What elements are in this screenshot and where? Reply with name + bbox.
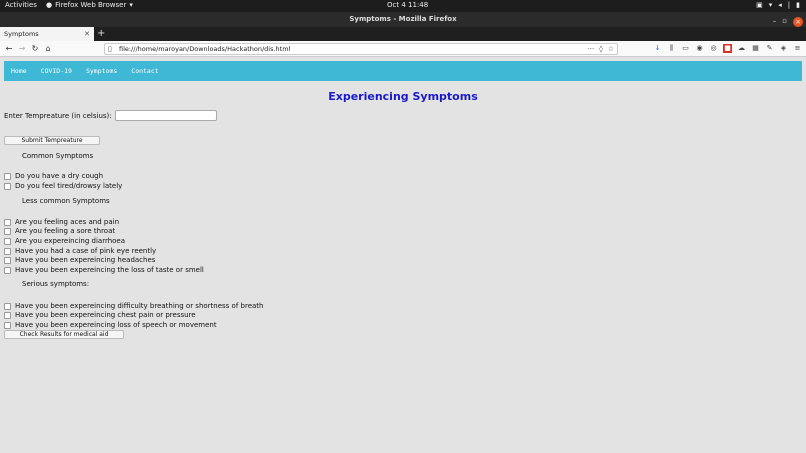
checkbox-row[interactable]: Have you been expereincing the loss of t… — [4, 266, 204, 274]
symptom-checkbox[interactable] — [4, 321, 11, 329]
symptom-checkbox[interactable] — [4, 247, 11, 255]
common-symptoms-heading: Common Symptoms — [22, 152, 94, 160]
symptom-checkbox[interactable] — [4, 172, 11, 180]
account-icon[interactable]: ◎ — [709, 44, 718, 53]
symptom-checkbox[interactable] — [4, 237, 11, 245]
tab-symptoms[interactable]: Symptoms ✕ — [0, 27, 94, 41]
tab-title: Symptoms — [4, 30, 39, 38]
bookmark-star-icon[interactable]: ☆ — [608, 44, 614, 54]
chevron-down-icon: ▾ — [129, 1, 133, 9]
symptom-label: Have you been expereincing chest pain or… — [15, 311, 196, 319]
toolbar-extensions: ↓ ⫼ ▭ ◉ ◎ ■ ☁ ▦ ✎ ◈ ≡ — [653, 44, 802, 53]
extension-icon[interactable]: ◉ — [695, 44, 704, 53]
symptom-label: Have you been expereincing headaches — [15, 256, 156, 264]
nav-symptoms[interactable]: Symptoms — [86, 67, 117, 75]
app-menu[interactable]: ● Firefox Web Browser ▾ — [46, 1, 133, 9]
window-titlebar: Symptoms - Mozilla Firefox – ▫ × — [0, 12, 806, 27]
checkbox-row[interactable]: Are you expereincing diarrhoea — [4, 237, 125, 245]
hamburger-menu-icon[interactable]: ≡ — [793, 44, 802, 53]
home-icon[interactable]: ⌂ — [42, 43, 54, 55]
checkbox-row[interactable]: Have you been expereincing difficulty br… — [4, 302, 263, 310]
checkbox-row[interactable]: Do you have a dry cough — [4, 172, 103, 180]
nav-covid-19[interactable]: COVID-19 — [41, 67, 72, 75]
checkbox-row[interactable]: Are you feeling a sore throat — [4, 227, 115, 235]
temperature-row: Enter Tempreature (in celsius): — [4, 110, 217, 121]
symptom-label: Do you have a dry cough — [15, 172, 104, 180]
symptom-label: Have you been expereincing loss of speec… — [15, 321, 217, 329]
symptom-checkbox[interactable] — [4, 227, 11, 235]
pocket-icon[interactable]: ◊ — [599, 44, 602, 54]
page-content: Home COVID-19 Symptoms Contact Experienc… — [0, 58, 806, 453]
symptom-checkbox[interactable] — [4, 218, 11, 226]
reload-icon[interactable]: ↻ — [29, 43, 41, 55]
checkbox-row[interactable]: Have you had a case of pink eye reently — [4, 247, 156, 255]
page-title: Experiencing Symptoms — [328, 90, 478, 103]
cloud-extension-icon[interactable]: ☁ — [737, 44, 746, 53]
symptom-label: Are you feeling a sore throat — [15, 227, 116, 235]
nav-home[interactable]: Home — [11, 67, 27, 75]
checkbox-row[interactable]: Have you been expereincing headaches — [4, 256, 155, 264]
close-tab-icon[interactable]: ✕ — [84, 27, 90, 41]
back-icon[interactable]: ← — [3, 43, 15, 55]
symptom-checkbox[interactable] — [4, 302, 11, 310]
checkbox-row[interactable]: Have you been expereincing loss of speec… — [4, 321, 217, 329]
check-results-button[interactable]: Check Results for medical aid — [4, 330, 124, 339]
url-bar[interactable]: ▯ file:///home/maroyan/Downloads/Hackath… — [104, 43, 618, 55]
pdf-extension-icon[interactable]: ■ — [723, 44, 732, 53]
ghostery-icon[interactable]: ✎ — [765, 44, 774, 53]
page-icon: ▯ — [108, 45, 112, 53]
checkbox-row[interactable]: Are you feeling aces and pain — [4, 218, 119, 226]
system-top-bar: Activities ● Firefox Web Browser ▾ Oct 4… — [0, 0, 806, 12]
page-actions-icon[interactable]: ··· — [588, 44, 595, 54]
battery-icon: ▮ — [796, 1, 800, 9]
forward-icon[interactable]: → — [16, 43, 28, 55]
url-actions: ··· ◊ ☆ — [588, 44, 614, 54]
checkbox-row[interactable]: Do you feel tired/drowsy lately — [4, 182, 122, 190]
symptom-checkbox[interactable] — [4, 256, 11, 264]
symptom-label: Are you feeling aces and pain — [15, 218, 120, 226]
activities-button[interactable]: Activities — [5, 1, 37, 9]
tab-strip: Symptoms ✕ + — [0, 27, 806, 41]
temperature-label: Enter Tempreature (in celsius): — [4, 111, 112, 120]
checkbox-row[interactable]: Have you been expereincing chest pain or… — [4, 311, 196, 319]
shield-icon[interactable]: ◈ — [779, 44, 788, 53]
site-navbar: Home COVID-19 Symptoms Contact — [4, 61, 802, 81]
firefox-icon: ● — [46, 1, 53, 9]
system-tray[interactable]: ▣ ▾ ◂ | ▮ — [756, 1, 800, 9]
screenshot-icon[interactable]: ▦ — [751, 44, 760, 53]
app-menu-label: Firefox Web Browser — [55, 1, 127, 9]
navigation-toolbar: ← → ↻ ⌂ ▯ file:///home/maroyan/Downloads… — [0, 41, 806, 57]
less-common-symptoms-heading: Less common Symptoms — [22, 197, 110, 205]
microphone-icon: | — [787, 1, 791, 9]
discord-icon[interactable]: ▣ — [756, 1, 763, 9]
window-title: Symptoms - Mozilla Firefox — [349, 15, 457, 23]
serious-symptoms-heading: Serious symptoms: — [22, 280, 90, 288]
symptom-label: Have you had a case of pink eye reently — [15, 247, 157, 255]
sidebar-icon[interactable]: ▭ — [681, 44, 690, 53]
symptom-label: Have you been expereincing the loss of t… — [15, 266, 204, 274]
url-text: file:///home/maroyan/Downloads/Hackathon… — [119, 45, 291, 53]
symptom-checkbox[interactable] — [4, 311, 11, 319]
symptom-checkbox[interactable] — [4, 182, 11, 190]
volume-icon: ◂ — [778, 1, 782, 9]
network-icon: ▾ — [768, 1, 773, 9]
symptom-checkbox[interactable] — [4, 266, 11, 274]
submit-temperature-button[interactable]: Submit Tempreature — [4, 136, 100, 145]
nav-contact[interactable]: Contact — [131, 67, 158, 75]
downloads-icon[interactable]: ↓ — [653, 44, 662, 53]
symptom-label: Are you expereincing diarrhoea — [15, 237, 126, 245]
symptom-label: Do you feel tired/drowsy lately — [15, 182, 123, 190]
clock[interactable]: Oct 4 11:48 — [387, 1, 428, 9]
symptom-label: Have you been expereincing difficulty br… — [15, 302, 264, 310]
library-icon[interactable]: ⫼ — [667, 44, 676, 53]
close-window-button[interactable]: × — [793, 16, 803, 27]
new-tab-button[interactable]: + — [97, 27, 105, 40]
temperature-input[interactable] — [114, 110, 217, 121]
